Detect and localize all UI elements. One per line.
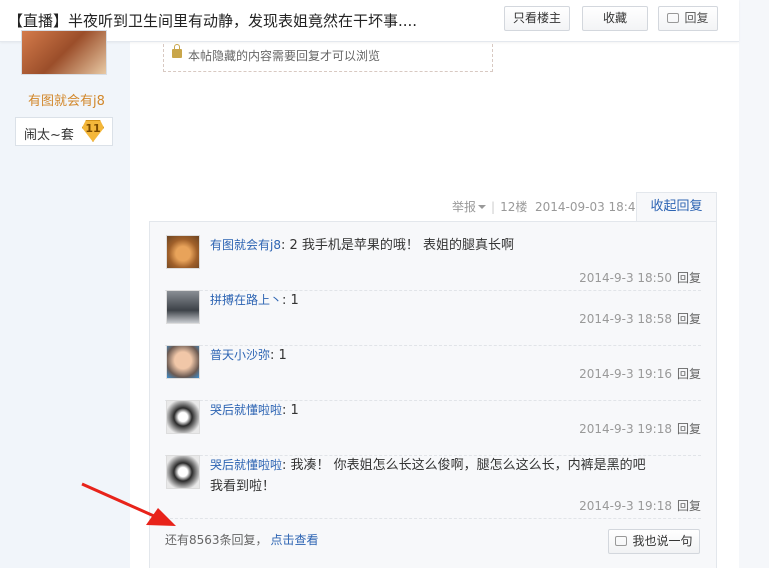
post-header-bar: 【直播】半夜听到卫生间里有动静，发现表姐竟然在干坏事.... 只看楼主 收藏 回… <box>0 0 739 42</box>
reply-time: 2014-9-3 19:18 <box>579 422 672 436</box>
only-host-button[interactable]: 只看楼主 <box>504 6 570 31</box>
reply-content: 哭后就懂啦啦: 我凑！ 你表姐怎么长这么俊啊，腿怎么这么长，内裤是黑的吧 我看到… <box>210 455 650 497</box>
list-item: 哭后就懂啦啦: 1 2014-9-3 19:18 回复 <box>165 400 701 456</box>
report-label: 举报 <box>452 200 477 214</box>
reply-meta: 2014-9-3 18:50 回复 <box>579 269 701 286</box>
reply-avatar[interactable] <box>166 290 200 324</box>
reply-avatar[interactable] <box>166 345 200 379</box>
hidden-notice-text: 本帖隐藏的内容需要回复才可以浏览 <box>188 49 381 63</box>
reply-avatar[interactable] <box>166 400 200 434</box>
list-item: 普天小沙弥: 1 2014-9-3 19:16 回复 <box>165 345 701 401</box>
reply-link[interactable]: 回复 <box>677 499 701 513</box>
member-badge[interactable]: 闹太~套 11 <box>15 117 113 146</box>
reply-username[interactable]: 有图就会有j8 <box>210 238 281 252</box>
reply-time: 2014-9-3 18:58 <box>579 312 672 326</box>
post-title: 【直播】半夜听到卫生间里有动静，发现表姐竟然在干坏事.... <box>8 12 418 30</box>
reply-avatar[interactable] <box>166 455 200 489</box>
reply-meta: 2014-9-3 19:16 回复 <box>579 365 701 382</box>
reply-content: 普天小沙弥: 1 <box>210 345 700 366</box>
reply-meta: 2014-9-3 18:58 回复 <box>579 310 701 327</box>
reply-text: : 1 <box>270 348 287 363</box>
reply-time: 2014-9-3 18:50 <box>579 271 672 285</box>
reply-text: : 1 <box>282 403 299 418</box>
reply-content: 拼搏在路上丶: 1 <box>210 290 700 311</box>
floor-number: 12楼 <box>500 200 528 214</box>
post-meta: 举报 | 12楼 2014-09-03 18:49 <box>452 200 644 214</box>
more-replies-count: 还有8563条回复， <box>165 533 268 547</box>
reply-button[interactable]: 回复 <box>658 6 718 31</box>
author-username[interactable]: 有图就会有j8 <box>28 90 105 109</box>
report-button[interactable]: 举报 <box>452 200 487 214</box>
list-item: 拼搏在路上丶: 1 2014-9-3 18:58 回复 <box>165 290 701 346</box>
reply-time: 2014-9-3 19:18 <box>579 499 672 513</box>
reply-username[interactable]: 普天小沙弥 <box>210 348 270 362</box>
reply-username[interactable]: 哭后就懂啦啦 <box>210 403 282 417</box>
post-timestamp: 2014-09-03 18:49 <box>534 200 644 214</box>
reply-time: 2014-9-3 19:16 <box>579 367 672 381</box>
reply-avatar[interactable] <box>166 235 200 269</box>
hidden-content-notice: 本帖隐藏的内容需要回复才可以浏览 <box>163 44 493 72</box>
chat-bubble-icon <box>615 536 628 546</box>
right-strip <box>739 0 769 568</box>
more-replies-row: 还有8563条回复， 点击查看 <box>165 531 319 548</box>
reply-content: 哭后就懂啦啦: 1 <box>210 400 700 421</box>
reply-link[interactable]: 回复 <box>677 422 701 436</box>
reply-button-label: 回复 <box>684 11 709 25</box>
reply-meta: 2014-9-3 19:18 回复 <box>579 420 701 437</box>
list-item: 有图就会有j8: 2 我手机是苹果的哦！ 表姐的腿真长啊 2014-9-3 18… <box>165 235 701 291</box>
left-column <box>0 0 130 568</box>
reply-link[interactable]: 回复 <box>677 312 701 326</box>
reply-link[interactable]: 回复 <box>677 367 701 381</box>
favorite-button[interactable]: 收藏 <box>582 6 648 31</box>
reply-username[interactable]: 拼搏在路上丶 <box>210 293 282 307</box>
chat-bubble-icon <box>667 13 680 23</box>
sub-reply-panel: 有图就会有j8: 2 我手机是苹果的哦！ 表姐的腿真长啊 2014-9-3 18… <box>149 221 717 568</box>
view-more-link[interactable]: 点击查看 <box>271 533 319 547</box>
say-something-button[interactable]: 我也说一句 <box>608 529 700 554</box>
dropdown-triangle-icon <box>478 205 487 209</box>
reply-text: : 1 <box>282 293 299 308</box>
lock-icon <box>172 44 182 58</box>
reply-link[interactable]: 回复 <box>677 271 701 285</box>
list-item: 哭后就懂啦啦: 我凑！ 你表姐怎么长这么俊啊，腿怎么这么长，内裤是黑的吧 我看到… <box>165 455 701 519</box>
reply-text: : 2 我手机是苹果的哦！ 表姐的腿真长啊 <box>280 238 515 253</box>
reply-username[interactable]: 哭后就懂啦啦 <box>210 458 282 472</box>
collapse-replies-button[interactable]: 收起回复 <box>636 192 717 222</box>
reply-content: 有图就会有j8: 2 我手机是苹果的哦！ 表姐的腿真长啊 <box>210 235 700 256</box>
say-button-label: 我也说一句 <box>632 534 693 548</box>
badge-label: 闹太~套 <box>24 128 74 143</box>
author-avatar[interactable] <box>21 30 107 75</box>
reply-meta: 2014-9-3 19:18 回复 <box>579 497 701 514</box>
level-badge-icon: 11 <box>82 120 104 142</box>
